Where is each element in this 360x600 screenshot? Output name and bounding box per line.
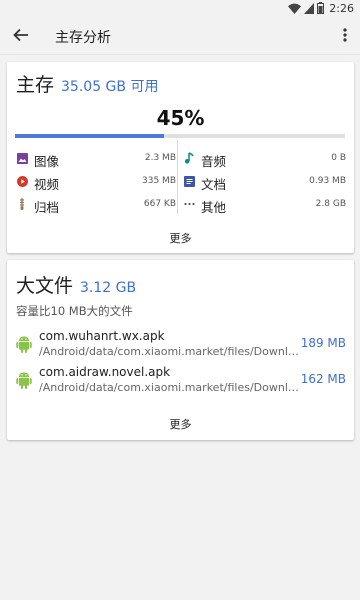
file-path: /Android/data/com.xiaomi.market/files/Do… bbox=[39, 345, 301, 358]
wifi-icon bbox=[288, 0, 302, 18]
category-label: 音频 bbox=[201, 154, 227, 169]
category-video[interactable]: 视频 335 MB bbox=[16, 172, 176, 192]
page-title: 主存分析 bbox=[55, 30, 111, 46]
storage-available: 35.05 GB 可用 bbox=[61, 79, 159, 95]
status-time: 2:26 bbox=[329, 2, 354, 15]
android-icon bbox=[16, 335, 32, 353]
file-size: 189 MB bbox=[300, 336, 346, 350]
category-other[interactable]: 其他 2.8 GB bbox=[183, 195, 346, 215]
category-audio[interactable]: 音频 0 B bbox=[183, 149, 346, 169]
arrow-left-icon bbox=[13, 27, 29, 46]
storage-title: 主存 bbox=[16, 74, 55, 96]
video-icon bbox=[16, 175, 28, 187]
category-label: 文档 bbox=[201, 177, 227, 192]
archive-icon bbox=[16, 198, 28, 210]
category-label: 其他 bbox=[201, 200, 227, 215]
category-size: 0 B bbox=[331, 153, 346, 163]
category-size: 2.8 GB bbox=[315, 199, 346, 209]
app-bar: 主存分析 bbox=[0, 17, 360, 55]
back-button[interactable] bbox=[10, 26, 32, 46]
music-note-icon bbox=[183, 152, 195, 164]
file-name: com.wuhanrt.wx.apk bbox=[39, 329, 165, 343]
large-files-card: 大文件 3.12 GB 容量比10 MB大的文件 com.wuhanrt.wx.… bbox=[7, 260, 354, 440]
storage-card: 主存 35.05 GB 可用 45% 图像 2.3 MB 视频 335 MB 归… bbox=[7, 62, 354, 253]
document-icon bbox=[183, 175, 195, 187]
category-images[interactable]: 图像 2.3 MB bbox=[16, 149, 176, 169]
storage-header: 主存 35.05 GB 可用 bbox=[16, 70, 158, 97]
ellipsis-icon bbox=[183, 198, 195, 210]
large-files-description: 容量比10 MB大的文件 bbox=[16, 304, 133, 318]
large-files-header: 大文件 3.12 GB bbox=[16, 271, 136, 298]
file-item[interactable]: com.aidraw.novel.apk /Android/data/com.x… bbox=[16, 363, 346, 399]
large-files-title: 大文件 bbox=[16, 275, 74, 297]
category-label: 归档 bbox=[34, 200, 60, 215]
file-path: /Android/data/com.xiaomi.market/files/Do… bbox=[39, 381, 301, 394]
category-size: 667 KB bbox=[143, 199, 176, 209]
category-size: 2.3 MB bbox=[144, 153, 176, 163]
image-icon bbox=[16, 152, 28, 164]
file-size: 162 MB bbox=[300, 372, 346, 386]
category-size: 0.93 MB bbox=[309, 176, 346, 186]
storage-progress-fill bbox=[15, 134, 164, 138]
file-item[interactable]: com.wuhanrt.wx.apk /Android/data/com.xia… bbox=[16, 327, 346, 363]
large-files-more-button[interactable]: 更多 bbox=[7, 416, 354, 432]
storage-percent: 45% bbox=[156, 106, 205, 130]
storage-more-button[interactable]: 更多 bbox=[7, 230, 354, 246]
android-icon bbox=[16, 371, 32, 389]
overflow-menu-button[interactable] bbox=[338, 26, 352, 46]
category-divider bbox=[177, 140, 178, 214]
storage-progress-bar bbox=[15, 134, 345, 138]
category-label: 视频 bbox=[34, 177, 60, 192]
status-icons: 2:26 bbox=[288, 1, 354, 16]
signal-icon bbox=[304, 0, 315, 18]
large-files-total: 3.12 GB bbox=[80, 280, 137, 296]
more-vert-icon bbox=[343, 27, 347, 46]
category-archive[interactable]: 归档 667 KB bbox=[16, 195, 176, 215]
category-label: 图像 bbox=[34, 154, 60, 169]
category-size: 335 MB bbox=[142, 176, 176, 186]
status-bar: 2:26 bbox=[0, 0, 360, 17]
category-documents[interactable]: 文档 0.93 MB bbox=[183, 172, 346, 192]
battery-icon bbox=[317, 0, 325, 18]
file-name: com.aidraw.novel.apk bbox=[39, 365, 171, 379]
